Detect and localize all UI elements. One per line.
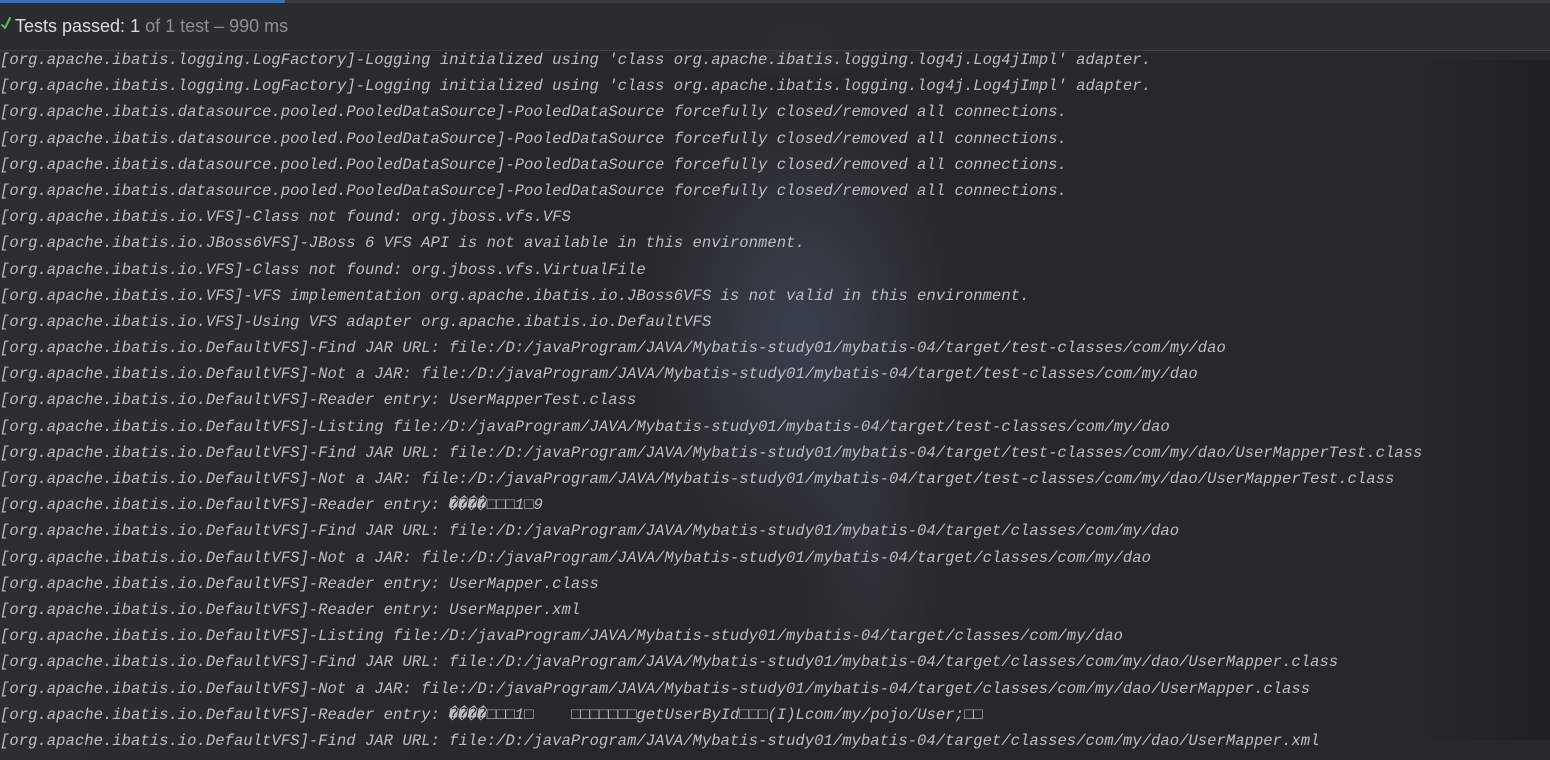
log-line: [org.apache.ibatis.io.DefaultVFS]-Reader… (0, 391, 637, 410)
log-line: [org.apache.ibatis.logging.LogFactory]-L… (0, 51, 1152, 69)
log-line: [org.apache.ibatis.io.DefaultVFS]-Find J… (0, 443, 1423, 462)
log-line: [org.apache.ibatis.io.DefaultVFS]-Reader… (0, 600, 581, 619)
log-line: [org.apache.ibatis.datasource.pooled.Poo… (0, 155, 1067, 174)
tests-total-text: of 1 test (145, 16, 210, 36)
log-line: [org.apache.ibatis.io.DefaultVFS]-Find J… (0, 522, 1180, 541)
log-line: [org.apache.ibatis.io.DefaultVFS]-Find J… (0, 339, 1226, 358)
log-line: [org.apache.ibatis.io.DefaultVFS]-Reader… (0, 574, 599, 593)
log-line: [org.apache.ibatis.datasource.pooled.Poo… (0, 103, 1067, 122)
log-line: [org.apache.ibatis.io.DefaultVFS]-Not a … (0, 548, 1152, 567)
log-line: [org.apache.ibatis.io.DefaultVFS]-Not a … (0, 679, 1311, 698)
log-line: [org.apache.ibatis.io.VFS]-VFS implement… (0, 286, 1030, 305)
log-line: [org.apache.ibatis.io.DefaultVFS]-Listin… (0, 417, 1170, 436)
log-line: [org.apache.ibatis.datasource.pooled.Poo… (0, 181, 1067, 200)
log-line: [org.apache.ibatis.io.DefaultVFS]-Not a … (0, 365, 1198, 384)
test-status-bar: Tests passed: 1 of 1 test – 990 ms (0, 3, 1550, 51)
log-line: [org.apache.ibatis.io.DefaultVFS]-Not a … (0, 470, 1395, 488)
log-line: [org.apache.ibatis.io.DefaultVFS]-Reader… (0, 705, 983, 724)
tests-passed-count: 1 (130, 16, 141, 36)
log-line: [org.apache.ibatis.io.DefaultVFS]-Listin… (0, 627, 1123, 646)
checkmark-icon (1, 14, 11, 29)
log-line: [org.apache.ibatis.io.VFS]-Using VFS ada… (0, 312, 712, 331)
tests-passed-label: Tests passed: (15, 16, 126, 36)
log-line: [org.apache.ibatis.io.DefaultVFS]-Reader… (0, 496, 543, 515)
console-log-output[interactable]: [org.apache.ibatis.logging.LogFactory]-L… (0, 47, 1550, 760)
log-line: [org.apache.ibatis.logging.LogFactory]-L… (0, 77, 1152, 96)
log-line: [org.apache.ibatis.io.DefaultVFS]-Find J… (0, 731, 1320, 750)
test-console: Tests passed: 1 of 1 test – 990 ms [org.… (0, 0, 1550, 760)
log-line: [org.apache.ibatis.io.JBoss6VFS]-JBoss 6… (0, 234, 805, 253)
test-duration: 990 ms (229, 16, 289, 36)
log-line: [org.apache.ibatis.io.DefaultVFS]-Find J… (0, 653, 1339, 672)
log-line: [org.apache.ibatis.datasource.pooled.Poo… (0, 129, 1067, 148)
separator-dash: – (214, 16, 225, 36)
log-line: [org.apache.ibatis.io.VFS]-Class not fou… (0, 208, 571, 227)
log-line: [org.apache.ibatis.io.VFS]-Class not fou… (0, 260, 646, 279)
